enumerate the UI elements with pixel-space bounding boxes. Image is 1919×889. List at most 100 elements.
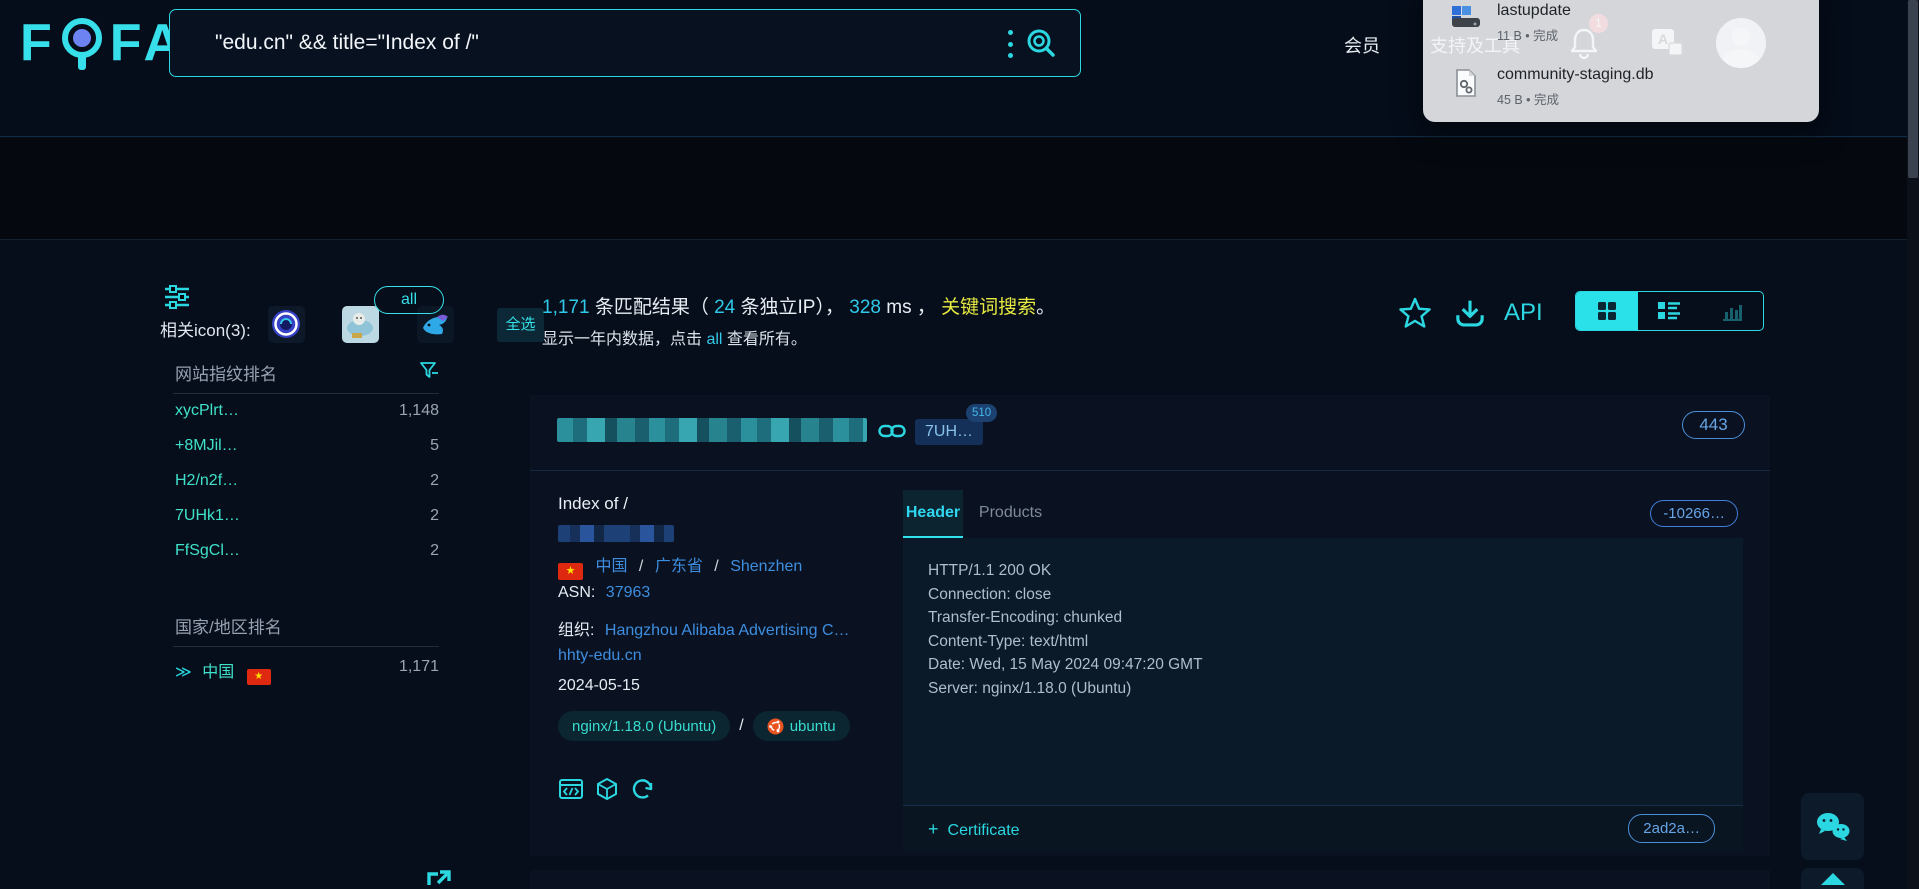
show-all-link[interactable]: all bbox=[706, 331, 722, 348]
download-item[interactable]: lastupdate 11 B • 完成 bbox=[1423, 0, 1819, 56]
tab-header[interactable]: Header bbox=[903, 490, 963, 538]
expand-result-icon[interactable] bbox=[426, 869, 452, 889]
organization-link[interactable]: Hangzhou Alibaba Advertising C… bbox=[605, 622, 850, 639]
favicon-thumbnail[interactable] bbox=[268, 306, 305, 343]
view-mode-toggle bbox=[1575, 291, 1764, 331]
country-link[interactable]: 中国 bbox=[595, 558, 627, 575]
detail-panel: Header Products -10266… HTTP/1.1 200 OK … bbox=[903, 490, 1743, 852]
fingerprint-link[interactable]: xycPlrt… bbox=[175, 402, 239, 419]
certificate-expand[interactable]: + Certificate bbox=[928, 819, 1020, 840]
fingerprint-row: xycPlrt… 1,148 bbox=[175, 402, 439, 422]
fofa-logo[interactable]: F F A bbox=[20, 12, 183, 74]
detail-tabs: Header Products -10266… bbox=[903, 490, 1743, 538]
domain-link[interactable]: hhty-edu.cn bbox=[558, 647, 642, 664]
logo-letter: F bbox=[109, 14, 144, 72]
next-result-card bbox=[530, 870, 1770, 889]
header-hash-badge[interactable]: -10266… bbox=[1650, 500, 1738, 527]
fingerprint-badge[interactable]: 7UH… bbox=[915, 419, 984, 445]
grid-view-button[interactable] bbox=[1576, 292, 1639, 330]
tags-row: nginx/1.18.0 (Ubuntu) / ubuntu bbox=[558, 711, 850, 741]
unique-ip-count: 24 bbox=[714, 297, 736, 318]
time-range-hint: 显示一年内数据，点击 all 查看所有。 bbox=[542, 331, 807, 348]
domain-row: hhty-edu.cn bbox=[558, 647, 642, 665]
download-results-icon[interactable] bbox=[1453, 297, 1487, 331]
card-action-icons bbox=[558, 777, 656, 801]
result-card: 7UH… 510 443 Index of / ★ 中国 / 广东省 / She… bbox=[530, 395, 1770, 856]
province-link[interactable]: 广东省 bbox=[655, 558, 703, 575]
fingerprint-link[interactable]: +8MJil… bbox=[175, 437, 238, 454]
fingerprint-link[interactable]: 7UHk1… bbox=[175, 507, 240, 524]
search-options-icon[interactable] bbox=[1008, 30, 1014, 58]
download-file-meta: 45 B • 完成 bbox=[1497, 93, 1560, 107]
refresh-icon[interactable] bbox=[630, 777, 656, 801]
related-icons-label: 相关icon(3): bbox=[160, 321, 251, 340]
fingerprint-row: +8MJil… 5 bbox=[175, 437, 439, 457]
related-icons-band: 相关icon(3): 全选 bbox=[0, 138, 1919, 343]
fofa-search-results-page: F F A 会员 支持及工具 bbox=[0, 0, 1919, 889]
fingerprint-row: FfSgCl… 2 bbox=[175, 542, 439, 562]
download-file-name: lastupdate bbox=[1497, 2, 1571, 19]
certificate-hash-badge[interactable]: 2ad2a… bbox=[1628, 814, 1715, 843]
double-chevron-icon[interactable]: ≫ bbox=[175, 664, 192, 681]
assets-cube-icon[interactable] bbox=[595, 777, 619, 801]
country-row: ≫ 中国 ★ 1,171 bbox=[175, 658, 439, 685]
date-row: 2024-05-15 bbox=[558, 677, 640, 695]
china-flag-icon: ★ bbox=[246, 669, 271, 685]
server-tag[interactable]: nginx/1.18.0 (Ubuntu) bbox=[558, 711, 731, 741]
country-count: 1,171 bbox=[398, 658, 439, 675]
wechat-icon bbox=[1816, 812, 1849, 841]
filter-all-button[interactable]: all bbox=[374, 286, 444, 314]
port-badge[interactable]: 443 bbox=[1682, 411, 1745, 439]
logo-letter: F bbox=[20, 14, 54, 72]
geo-ranking-title: 国家/地区排名 bbox=[175, 618, 282, 637]
http-headers-panel: HTTP/1.1 200 OK Connection: close Transf… bbox=[903, 538, 1743, 805]
redacted-ip[interactable] bbox=[558, 525, 674, 542]
tab-products[interactable]: Products bbox=[973, 490, 1048, 538]
org-row: 组织: Hangzhou Alibaba Advertising C… bbox=[558, 622, 850, 639]
result-title[interactable]: Index of / bbox=[558, 494, 628, 514]
country-link[interactable]: 中国 bbox=[202, 664, 234, 681]
back-to-top-button[interactable] bbox=[1801, 868, 1864, 889]
query-time: 328 bbox=[849, 297, 881, 318]
fingerprint-link[interactable]: H2/n2f… bbox=[175, 472, 238, 489]
code-preview-icon[interactable] bbox=[558, 777, 584, 801]
api-link[interactable]: API bbox=[1504, 299, 1543, 327]
copy-link-icon[interactable] bbox=[878, 420, 906, 442]
search-box bbox=[169, 9, 1081, 77]
fingerprint-link[interactable]: FfSgCl… bbox=[175, 542, 240, 559]
fingerprint-row: 7UHk1… 2 bbox=[175, 507, 439, 527]
download-item[interactable]: community-staging.db 45 B • 完成 bbox=[1423, 64, 1819, 120]
search-submit-icon[interactable] bbox=[1024, 27, 1058, 61]
fingerprint-count: 5 bbox=[430, 437, 439, 454]
wechat-contact-button[interactable] bbox=[1801, 793, 1864, 860]
keyword-search-link[interactable]: 关键词搜索 bbox=[941, 297, 1036, 318]
city-link[interactable]: Shenzhen bbox=[730, 558, 802, 575]
funnel-filter-icon[interactable] bbox=[419, 361, 439, 381]
search-input[interactable] bbox=[215, 10, 985, 76]
favicon-thumbnail[interactable] bbox=[342, 306, 379, 343]
asn-link[interactable]: 37963 bbox=[606, 584, 651, 601]
fingerprint-count: 2 bbox=[430, 472, 439, 489]
chart-view-button[interactable] bbox=[1701, 292, 1763, 330]
certificate-row: + Certificate 2ad2a… bbox=[903, 805, 1743, 852]
filter-sliders-icon[interactable] bbox=[163, 284, 191, 310]
scrollbar-thumb[interactable] bbox=[1908, 0, 1918, 178]
logo-magnifier-icon bbox=[56, 12, 108, 74]
drive-file-icon bbox=[1451, 4, 1481, 32]
redacted-url[interactable] bbox=[557, 418, 867, 442]
list-view-button[interactable] bbox=[1638, 292, 1700, 330]
database-file-icon bbox=[1454, 68, 1478, 98]
last-update-date: 2024-05-15 bbox=[558, 677, 640, 694]
favorite-star-icon[interactable] bbox=[1398, 296, 1432, 330]
fingerprint-row: H2/n2f… 2 bbox=[175, 472, 439, 492]
select-all-button[interactable]: 全选 bbox=[497, 308, 544, 342]
fingerprint-badge-count: 510 bbox=[966, 404, 998, 422]
fingerprint-count: 2 bbox=[430, 542, 439, 559]
page-scrollbar[interactable] bbox=[1907, 0, 1919, 889]
china-flag-icon: ★ bbox=[558, 563, 583, 580]
browser-downloads-popup: lastupdate 11 B • 完成 community-staging.d… bbox=[1423, 0, 1819, 122]
asn-row: ASN: 37963 bbox=[558, 584, 651, 601]
results-stats-line: 1,171 条匹配结果（ 24 条独立IP）， 328 ms ， 关键词搜索。 bbox=[542, 297, 1056, 318]
nav-member[interactable]: 会员 bbox=[1344, 32, 1380, 58]
os-tag[interactable]: ubuntu bbox=[752, 711, 850, 741]
